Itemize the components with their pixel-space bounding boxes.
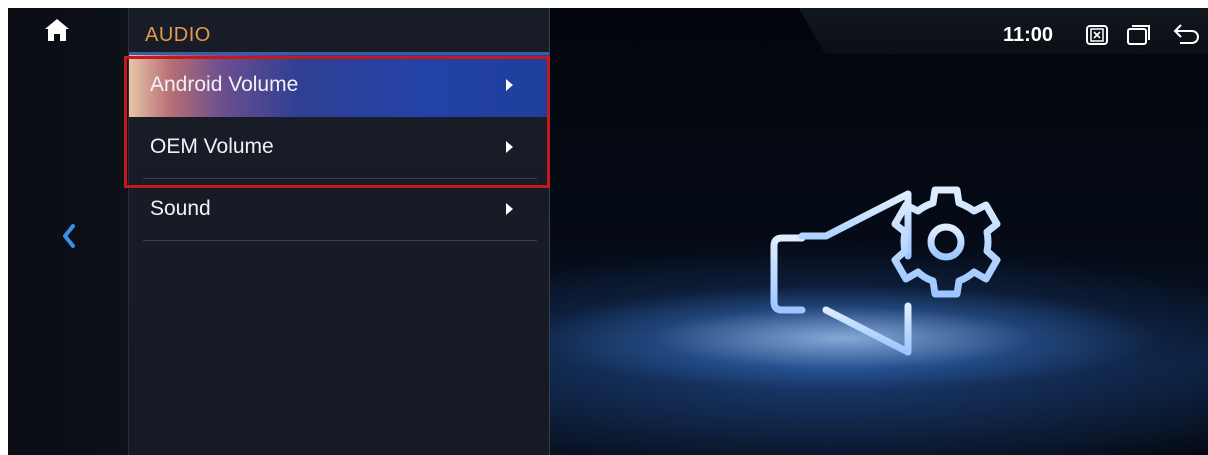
chevron-right-icon bbox=[506, 141, 513, 153]
panel-title: AUDIO bbox=[145, 24, 211, 46]
audio-settings-panel: AUDIO Android Volume OEM Volume Sound bbox=[128, 8, 550, 455]
menu-item-sound[interactable]: Sound bbox=[129, 179, 549, 241]
panel-header: AUDIO bbox=[129, 8, 549, 55]
divider bbox=[143, 240, 537, 241]
recent-apps-icon[interactable] bbox=[1126, 24, 1152, 51]
home-icon[interactable] bbox=[44, 18, 70, 42]
menu-item-label: OEM Volume bbox=[150, 135, 274, 158]
head-unit-screen: AUDIO Android Volume OEM Volume Sound 11… bbox=[8, 8, 1208, 455]
close-window-icon[interactable] bbox=[1085, 24, 1109, 51]
menu-item-label: Sound bbox=[150, 197, 211, 220]
chevron-right-icon bbox=[506, 203, 513, 215]
status-clock: 11:00 bbox=[1003, 24, 1054, 46]
return-icon[interactable] bbox=[1172, 22, 1200, 53]
speaker-settings-icon bbox=[768, 176, 1018, 366]
chevron-left-icon[interactable] bbox=[60, 222, 78, 250]
menu-item-oem-volume[interactable]: OEM Volume bbox=[129, 117, 549, 179]
chevron-right-icon bbox=[506, 79, 513, 91]
menu-item-android-volume[interactable]: Android Volume bbox=[129, 55, 549, 117]
menu-item-label: Android Volume bbox=[150, 73, 299, 96]
